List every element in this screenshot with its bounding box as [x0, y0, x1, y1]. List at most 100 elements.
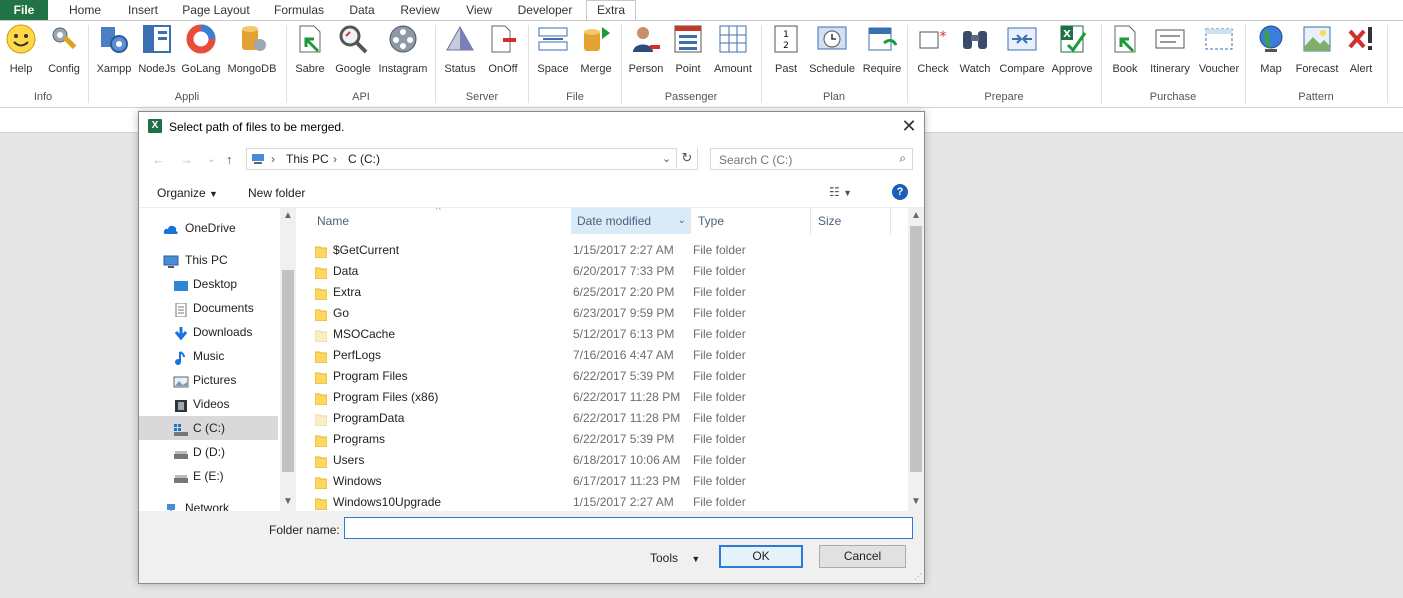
sabre-button[interactable]: Sabre	[292, 23, 328, 85]
nav-item-e-drive[interactable]: E (E:)	[139, 464, 278, 488]
tab-review[interactable]: Review	[392, 0, 448, 20]
tab-page-layout[interactable]: Page Layout	[176, 0, 256, 20]
point-button[interactable]: Point	[670, 23, 706, 85]
forward-arrow-icon[interactable]: →	[180, 152, 193, 167]
nav-item-pictures[interactable]: Pictures	[139, 368, 278, 392]
help-button[interactable]: Help	[3, 23, 39, 85]
mongodb-button[interactable]: MongoDB	[224, 23, 280, 85]
tab-file[interactable]: File	[0, 0, 48, 20]
file-list-scrollbar-thumb[interactable]	[910, 226, 922, 472]
organize-button[interactable]: Organize ▼	[157, 186, 218, 200]
check-button[interactable]: * Check	[913, 23, 953, 85]
folder-name-input[interactable]	[344, 517, 913, 539]
table-row[interactable]: Go 6/23/2017 9:59 PM File folder	[309, 303, 894, 324]
book-button[interactable]: Book	[1107, 23, 1143, 85]
onoff-button[interactable]: OnOff	[483, 23, 523, 85]
scroll-down-icon[interactable]: ▼	[280, 496, 296, 507]
ok-button[interactable]: OK	[719, 545, 803, 568]
cancel-button[interactable]: Cancel	[819, 545, 906, 568]
column-header-size[interactable]: Size	[818, 208, 888, 234]
table-row[interactable]: Data 6/20/2017 7:33 PM File folder	[309, 261, 894, 282]
column-header-date-modified[interactable]: Date modified ⌄	[571, 208, 690, 234]
space-button[interactable]: Space	[534, 23, 572, 85]
tab-developer[interactable]: Developer	[510, 0, 580, 20]
instagram-button[interactable]: Instagram	[376, 23, 430, 85]
nav-scrollbar-thumb[interactable]	[282, 270, 294, 472]
voucher-button[interactable]: Voucher	[1196, 23, 1242, 85]
require-button[interactable]: Require	[860, 23, 904, 85]
recent-chevron-icon[interactable]: ⌄	[207, 154, 215, 165]
scroll-up-icon[interactable]: ▲	[908, 210, 924, 221]
watch-button[interactable]: Watch	[955, 23, 995, 85]
help-icon[interactable]: ?	[892, 184, 908, 200]
past-button[interactable]: 12 Past	[766, 23, 806, 85]
breadcrumb-this-pc[interactable]: This PC	[286, 152, 329, 166]
merge-button[interactable]: Merge	[576, 23, 616, 85]
dialog-titlebar[interactable]: X Select path of files to be merged. ✕	[139, 112, 924, 142]
nav-item-downloads[interactable]: Downloads	[139, 320, 278, 344]
tab-extra[interactable]: Extra	[586, 0, 636, 21]
table-row[interactable]: Programs 6/22/2017 5:39 PM File folder	[309, 429, 894, 450]
nav-scrollbar[interactable]: ▲ ▼	[280, 208, 296, 511]
nav-item-desktop[interactable]: Desktop	[139, 272, 278, 296]
table-row[interactable]: ProgramData 6/22/2017 11:28 PM File folder	[309, 408, 894, 429]
status-button[interactable]: Status	[441, 23, 479, 85]
tab-formulas[interactable]: Formulas	[266, 0, 332, 20]
forecast-button[interactable]: Forecast	[1293, 23, 1341, 85]
table-row[interactable]: Users 6/18/2017 10:06 AM File folder	[309, 450, 894, 471]
search-input[interactable]	[717, 151, 891, 169]
up-arrow-icon[interactable]: ↑	[226, 152, 233, 167]
table-row[interactable]: Program Files 6/22/2017 5:39 PM File folde…	[309, 366, 894, 387]
nav-item-music[interactable]: Music	[139, 344, 278, 368]
tab-view[interactable]: View	[456, 0, 502, 20]
back-arrow-icon[interactable]: ←	[152, 152, 165, 167]
resize-grip-icon[interactable]: ⋰	[914, 572, 922, 581]
table-row[interactable]: $GetCurrent 1/15/2017 2:27 AM File folder	[309, 240, 894, 261]
google-button[interactable]: Google	[332, 23, 374, 85]
refresh-button[interactable]: ↻	[676, 148, 697, 168]
nav-item-onedrive[interactable]: OneDrive	[139, 216, 278, 240]
tools-button[interactable]: Tools ▼	[650, 551, 700, 565]
scroll-down-icon[interactable]: ▼	[908, 496, 924, 507]
tab-data[interactable]: Data	[340, 0, 384, 20]
table-row[interactable]: PerfLogs 7/16/2016 4:47 AM File folder	[309, 345, 894, 366]
file-list-scrollbar[interactable]: ▲ ▼	[908, 208, 924, 511]
table-row[interactable]: Program Files (x86) 6/22/2017 11:28 PM Fil…	[309, 387, 894, 408]
table-row[interactable]: Extra 6/25/2017 2:20 PM File folder	[309, 282, 894, 303]
nav-item-network[interactable]: Network	[139, 496, 278, 511]
address-bar[interactable]: › This PC › C (C:) ⌄	[246, 148, 698, 170]
address-dropdown-icon[interactable]: ⌄	[662, 152, 671, 165]
nodejs-button[interactable]: NodeJs	[137, 23, 177, 85]
person-button[interactable]: Person	[626, 23, 666, 85]
nav-item-d-drive[interactable]: D (D:)	[139, 440, 278, 464]
breadcrumb-c-drive[interactable]: C (C:)	[348, 152, 380, 166]
schedule-button[interactable]: Schedule	[808, 23, 856, 85]
golang-button[interactable]: GoLang	[180, 23, 222, 85]
navigation-pane[interactable]: OneDrive This PC Desktop Documents Downl…	[139, 208, 296, 511]
tab-insert[interactable]: Insert	[118, 0, 168, 20]
nav-item-this-pc[interactable]: This PC	[139, 248, 278, 272]
nav-item-c-drive[interactable]: C (C:)	[139, 416, 278, 440]
map-button[interactable]: Map	[1253, 23, 1289, 85]
table-row[interactable]: Windows 6/17/2017 11:23 PM File folder	[309, 471, 894, 492]
amount-button[interactable]: Amount	[710, 23, 756, 85]
view-options-button[interactable]: ☷ ▼	[829, 185, 852, 199]
tab-home[interactable]: Home	[60, 0, 110, 20]
new-folder-button[interactable]: New folder	[248, 186, 305, 200]
file-list[interactable]: Name ^ Date modified ⌄ Type Size $GetCurr…	[296, 208, 908, 511]
nav-item-videos[interactable]: Videos	[139, 392, 278, 416]
approve-button[interactable]: X Approve	[1049, 23, 1095, 85]
xampp-button[interactable]: Xampp	[94, 23, 134, 85]
search-box[interactable]: ⌕	[710, 148, 913, 170]
nav-item-documents[interactable]: Documents	[139, 296, 278, 320]
column-header-name[interactable]: Name	[317, 208, 569, 234]
column-header-type[interactable]: Type	[698, 208, 808, 234]
scroll-up-icon[interactable]: ▲	[280, 210, 296, 221]
table-row[interactable]: Windows10Upgrade 1/15/2017 2:27 AM File fo…	[309, 492, 894, 511]
itinerary-button[interactable]: Itinerary	[1146, 23, 1194, 85]
config-button[interactable]: Config	[44, 23, 84, 85]
close-button[interactable]: ✕	[894, 112, 924, 142]
table-row[interactable]: MSOCache 5/12/2017 6:13 PM File folder	[309, 324, 894, 345]
compare-button[interactable]: Compare	[997, 23, 1047, 85]
alert-button[interactable]: Alert	[1344, 23, 1378, 85]
